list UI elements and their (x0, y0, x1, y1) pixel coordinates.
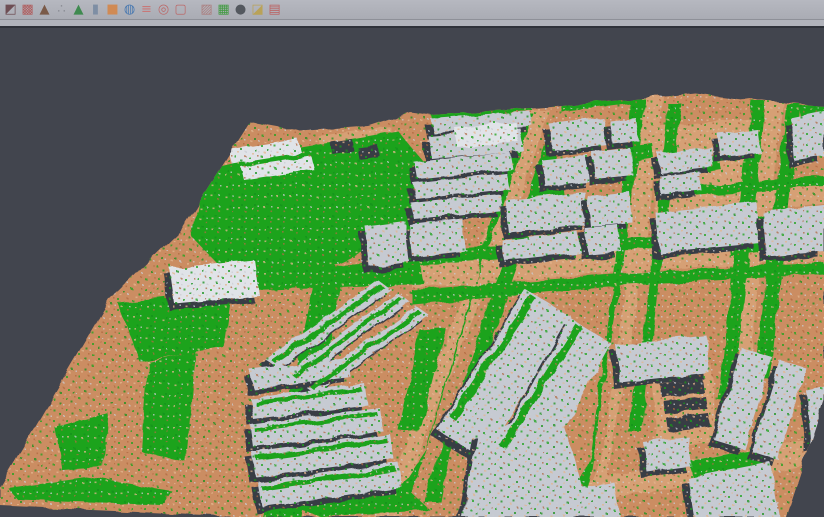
navigation-mode-icon[interactable]: ◩ (3, 2, 18, 17)
classification-icon[interactable]: ▦ (216, 2, 231, 17)
rectangle-select-icon[interactable]: ▩ (20, 2, 35, 17)
toolbar-icons: ◩▩▲∴▲▮■◍≡◎▢▨▦●◪▤ (2, 2, 283, 17)
point-speckle-overlay (0, 28, 824, 517)
application-window: { "toolbar": { "group_break_index": 11, … (0, 0, 824, 517)
layers-icon[interactable]: ≡ (139, 2, 154, 17)
measure-bars-icon[interactable]: ▤ (267, 2, 282, 17)
circle-tool-icon[interactable]: ◎ (156, 2, 171, 17)
dark-globe-icon[interactable]: ● (233, 2, 248, 17)
textured-model-icon[interactable]: ■ (105, 2, 120, 17)
point-cloud-scene (0, 28, 824, 517)
globe-view-icon[interactable]: ◍ (122, 2, 137, 17)
3d-viewport[interactable] (0, 28, 824, 517)
point-cloud-icon[interactable]: ∴ (54, 2, 69, 17)
crop-region-icon[interactable]: ▢ (173, 2, 188, 17)
orthomosaic-icon[interactable]: ▨ (199, 2, 214, 17)
toolbar-lower-band (0, 19, 824, 26)
terrain-model-icon[interactable]: ▲ (37, 2, 52, 17)
mesh-model-icon[interactable]: ▮ (88, 2, 103, 17)
marker-flag-icon[interactable]: ◪ (250, 2, 265, 17)
dem-icon[interactable]: ▲ (71, 2, 86, 17)
main-toolbar: ◩▩▲∴▲▮■◍≡◎▢▨▦●◪▤ (0, 0, 824, 19)
